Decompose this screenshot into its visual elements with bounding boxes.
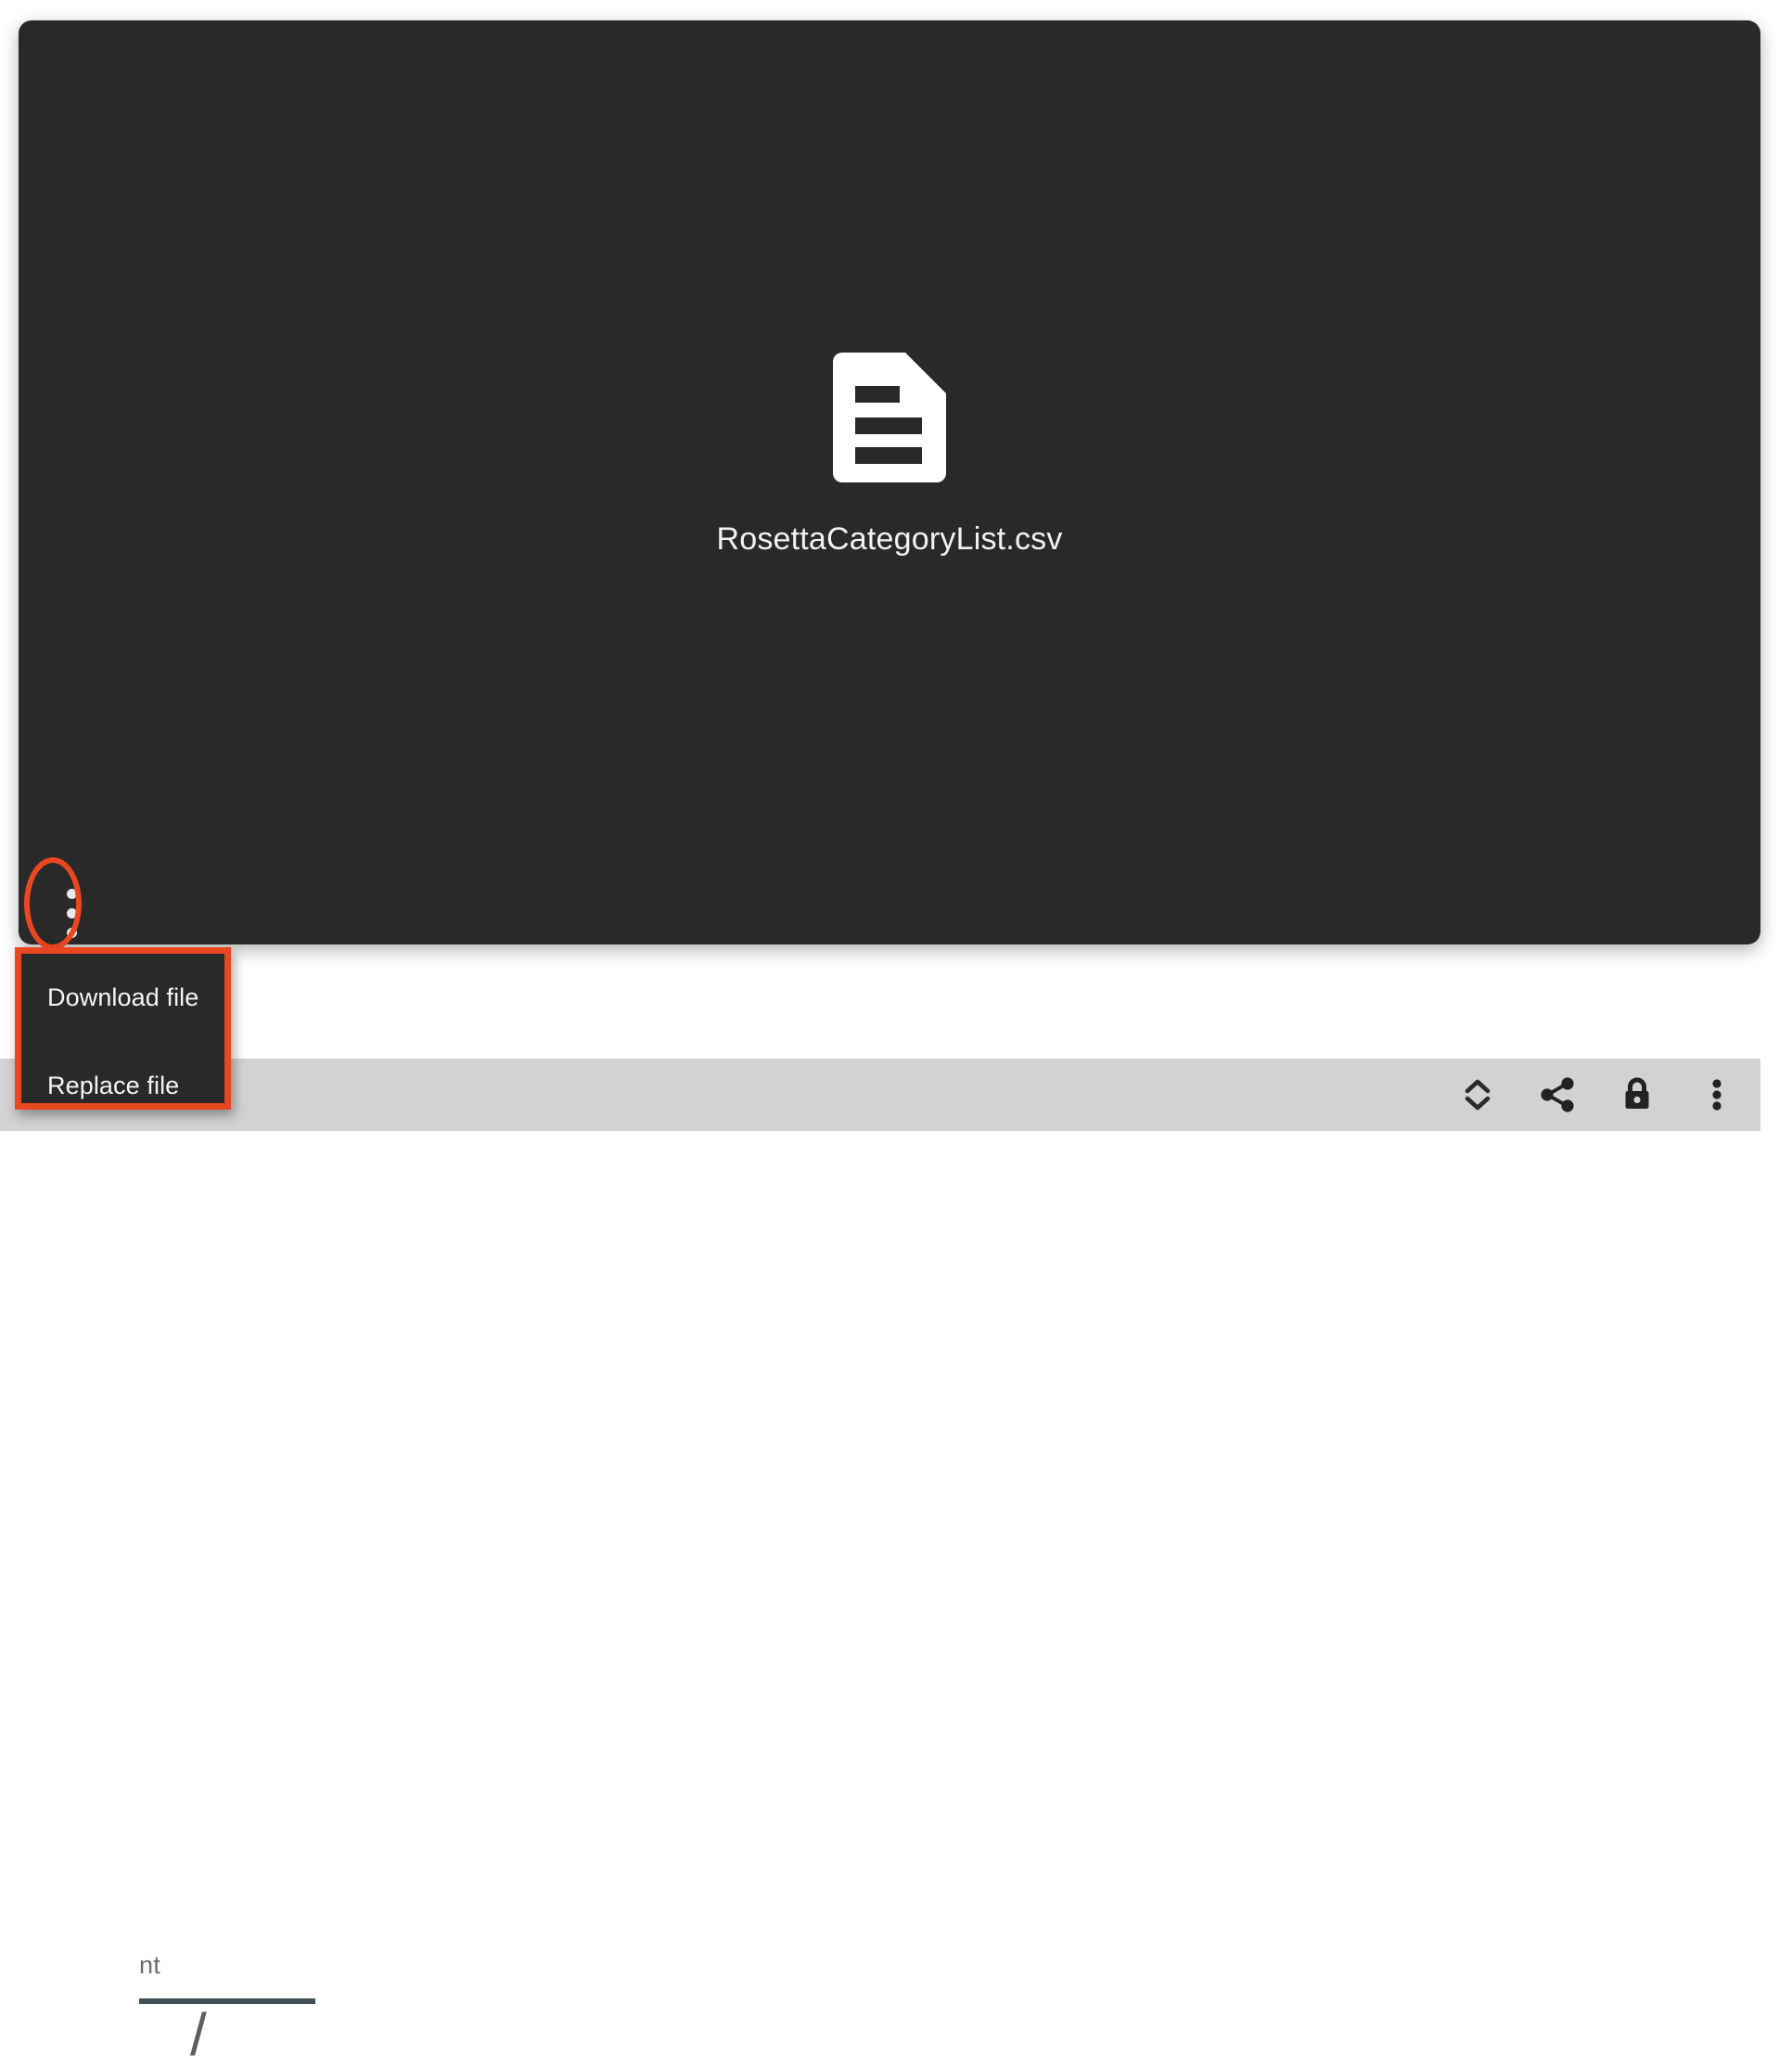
more-options-icon[interactable] [1697, 1075, 1736, 1114]
share-icon[interactable] [1538, 1075, 1577, 1114]
kebab-dot [66, 888, 77, 899]
menu-item-label: Replace file [47, 1071, 180, 1099]
kebab-menu-icon [66, 884, 77, 943]
menu-item-replace-file[interactable]: Replace file [21, 1057, 224, 1114]
file-name-label: RosettaCategoryList.csv [716, 520, 1063, 557]
menu-item-label: Download file [47, 983, 199, 1011]
menu-item-download-file[interactable]: Download file [21, 969, 224, 1026]
document-lines-icon [826, 352, 954, 482]
context-menu: Download file Replace file [15, 947, 231, 1110]
file-preview-content: RosettaCategoryList.csv [19, 20, 1760, 944]
context-menu-list: Download file Replace file [21, 954, 224, 1103]
overflow-menu-button[interactable] [38, 877, 105, 949]
form-field-label-partial: nt [139, 1951, 160, 1979]
bottom-toolbar [0, 1059, 1760, 1131]
bottom-toolbar-actions [1458, 1059, 1736, 1131]
file-preview-card: RosettaCategoryList.csv [19, 20, 1760, 944]
form-field-underline [139, 1998, 315, 2004]
expand-collapse-icon[interactable] [1458, 1075, 1497, 1114]
date-separator-glyph: / [190, 2001, 207, 2068]
lock-icon[interactable] [1618, 1075, 1657, 1114]
kebab-dot [66, 907, 77, 918]
kebab-dot [66, 927, 77, 938]
